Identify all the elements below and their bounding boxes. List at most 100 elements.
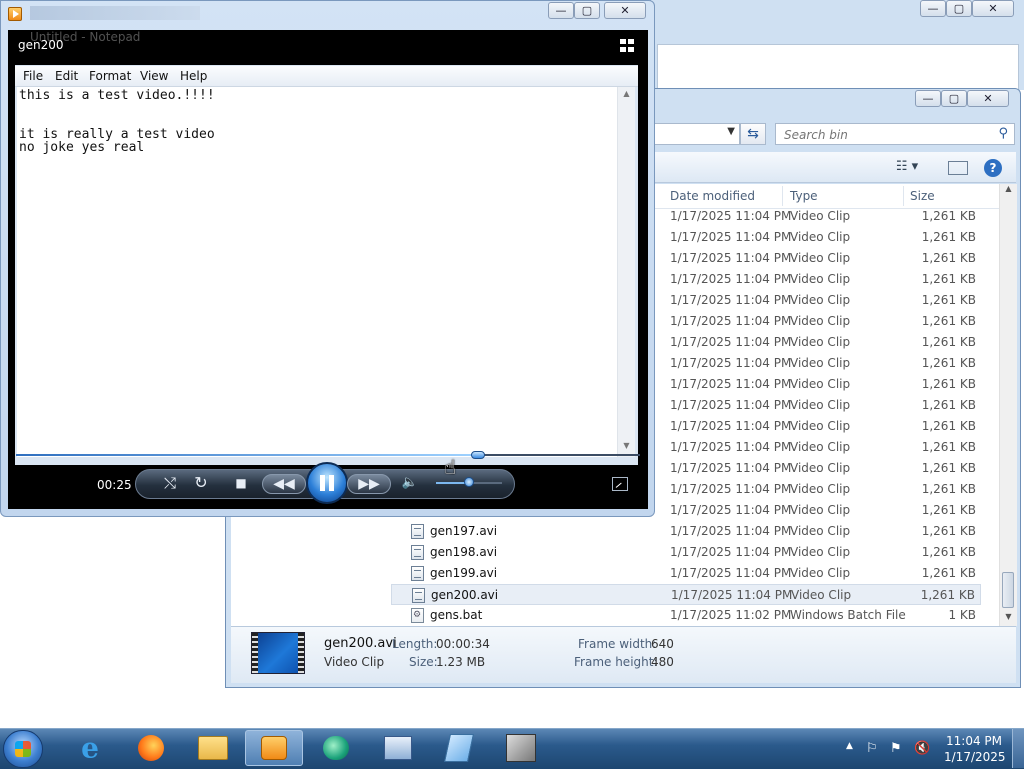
column-separator[interactable] (782, 186, 783, 206)
clock-date[interactable]: 1/17/2025 (944, 750, 1006, 764)
table-row[interactable]: gen198.avi 1/17/2025 11:04 PM Video Clip 1,… (391, 542, 981, 563)
taskbar-notepad[interactable] (430, 730, 488, 766)
search-icon[interactable]: ⚲ (998, 126, 1008, 141)
player-close-button[interactable]: ✕ (604, 2, 646, 19)
repeat-icon[interactable]: ↻ (192, 473, 210, 492)
menu-edit[interactable]: Edit (55, 69, 78, 83)
column-type[interactable]: Type (790, 189, 818, 203)
pause-button[interactable] (306, 462, 348, 504)
show-desktop-button[interactable] (1012, 729, 1024, 768)
table-row[interactable]: gen199.avi 1/17/2025 11:04 PM Video Clip 1,… (391, 563, 981, 584)
details-pane: gen200.avi Video Clip Length: 00:00:34 S… (231, 626, 1016, 683)
media-player-icon (261, 736, 287, 760)
menu-file[interactable]: File (23, 69, 43, 83)
next-icon: ▶▶ (358, 476, 380, 492)
column-size[interactable]: Size (910, 189, 935, 203)
taskbar-firefox[interactable] (122, 730, 180, 766)
file-type: Video Clip (790, 335, 851, 349)
column-separator[interactable] (903, 186, 904, 206)
date-modified: 1/17/2025 11:04 PM (670, 230, 792, 244)
player-maximize-button[interactable]: ▢ (574, 2, 600, 19)
media-player-app-icon[interactable] (8, 7, 22, 21)
address-dropdown-icon[interactable]: ▼ (727, 126, 735, 137)
file-list-scrollbar[interactable]: ▲ ▼ (999, 184, 1017, 626)
flag-icon[interactable]: ⚑ (890, 741, 902, 756)
taskbar-internet-explorer[interactable]: e (61, 730, 119, 766)
explorer-close-button[interactable]: ✕ (967, 90, 1009, 107)
refresh-icon: ⇆ (747, 126, 759, 142)
preview-pane-icon[interactable] (948, 161, 968, 175)
seek-progress (16, 454, 478, 456)
file-type: Video Clip (790, 377, 851, 391)
taskbar-app-monitor[interactable] (369, 730, 427, 766)
scrollbar-thumb[interactable] (1002, 572, 1014, 608)
file-name: gens.bat (430, 608, 483, 622)
folder-icon (198, 736, 228, 760)
fullscreen-icon[interactable] (620, 39, 634, 52)
date-modified: 1/17/2025 11:04 PM (670, 419, 792, 433)
file-type: Windows Batch File (790, 608, 906, 622)
date-modified: 1/17/2025 11:02 PM (670, 608, 792, 622)
help-icon[interactable]: ? (984, 159, 1002, 177)
previous-button[interactable]: ◀◀ (262, 474, 306, 494)
refresh-button[interactable]: ⇆ (740, 123, 766, 145)
table-row[interactable]: gen197.avi 1/17/2025 11:04 PM Video Clip 1,… (391, 521, 981, 542)
address-bar[interactable]: ▼ (654, 123, 740, 145)
shuffle-icon[interactable]: ⤭ (161, 474, 179, 492)
volume-muted-icon[interactable]: 🔇 (914, 741, 930, 756)
view-options-icon[interactable]: ☷ ▾ (892, 158, 922, 176)
details-frame-width-value: 640 (651, 637, 674, 651)
menu-format[interactable]: Format (89, 69, 131, 83)
file-size: 1,261 KB (921, 545, 976, 559)
file-type: Video Clip (790, 419, 851, 433)
date-modified: 1/17/2025 11:04 PM (670, 209, 792, 223)
clock-time[interactable]: 11:04 PM (944, 734, 1004, 748)
details-length-label: Length: (392, 637, 438, 651)
start-button[interactable] (3, 730, 43, 768)
scroll-up-arrow[interactable]: ▲ (1000, 184, 1017, 198)
player-minimize-button[interactable]: — (548, 2, 574, 19)
file-type: Video Clip (790, 503, 851, 517)
volume-handle[interactable] (464, 477, 474, 487)
stop-icon[interactable]: ■ (234, 476, 248, 490)
details-frame-height-value: 480 (651, 655, 674, 669)
taskbar-app-tool[interactable] (492, 730, 550, 766)
file-size: 1,261 KB (921, 398, 976, 412)
details-frame-height-label: Frame height: (574, 655, 658, 669)
explorer-maximize-button[interactable]: ▢ (941, 90, 967, 107)
table-row[interactable]: gens.bat 1/17/2025 11:02 PMWindows Batch … (391, 605, 981, 626)
file-type: Video Clip (790, 230, 851, 244)
file-type: Video Clip (790, 461, 851, 475)
scroll-down-arrow[interactable]: ▼ (1000, 612, 1017, 626)
app-green-icon (323, 736, 349, 760)
seek-handle[interactable] (470, 451, 485, 459)
notepad-scrollbar: ▲ ▼ (617, 87, 635, 457)
taskbar-app-green[interactable] (307, 730, 365, 766)
volume-slider[interactable] (436, 477, 502, 487)
action-center-icon[interactable]: ⚐ (866, 741, 878, 756)
next-button[interactable]: ▶▶ (347, 474, 391, 494)
menu-help[interactable]: Help (180, 69, 207, 83)
date-modified: 1/17/2025 11:04 PM (670, 545, 792, 559)
search-input[interactable] (782, 125, 986, 145)
taskbar-media-player[interactable] (245, 730, 303, 766)
previous-icon: ◀◀ (273, 476, 295, 492)
search-box[interactable]: ⚲ (775, 123, 1015, 145)
mute-icon[interactable]: 🔈 (401, 475, 419, 490)
video-thumbnail (251, 632, 305, 674)
taskbar-file-explorer[interactable] (184, 730, 242, 766)
video-file-icon (411, 566, 424, 581)
file-size: 1,261 KB (921, 209, 976, 223)
seek-bar[interactable] (16, 451, 640, 459)
menu-view[interactable]: View (140, 69, 168, 83)
bg-minimize-button[interactable]: — (920, 0, 946, 17)
bg-close-button[interactable]: ✕ (972, 0, 1014, 17)
column-date-modified[interactable]: Date modified (670, 189, 755, 203)
bg-maximize-button[interactable]: ▢ (946, 0, 972, 17)
file-size: 1,261 KB (921, 503, 976, 517)
show-hidden-icons[interactable]: ▲ (846, 741, 853, 751)
table-row[interactable]: gen200.avi 1/17/2025 11:04 PM Video Clip 1,… (391, 584, 981, 605)
date-modified: 1/17/2025 11:04 PM (670, 566, 792, 580)
explorer-minimize-button[interactable]: — (915, 90, 941, 107)
switch-to-library-icon[interactable] (612, 477, 628, 491)
